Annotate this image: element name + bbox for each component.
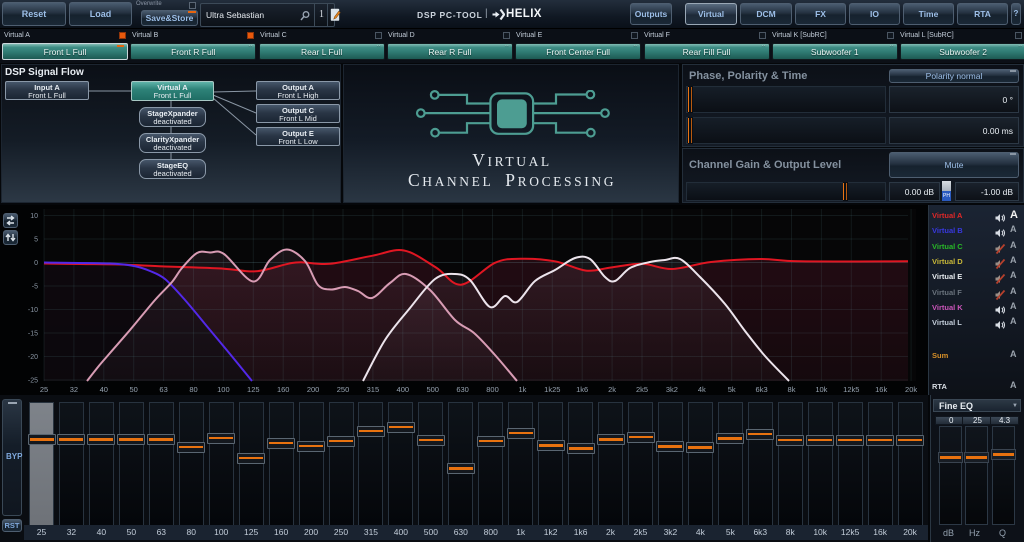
svg-text:4k: 4k xyxy=(698,385,706,394)
svg-text:630: 630 xyxy=(456,385,469,394)
svg-text:3k2: 3k2 xyxy=(666,385,678,394)
svg-text:25: 25 xyxy=(40,385,48,394)
svg-text:5k: 5k xyxy=(728,385,736,394)
svg-text:250: 250 xyxy=(337,385,350,394)
svg-text:125: 125 xyxy=(247,385,260,394)
svg-text:2k5: 2k5 xyxy=(636,385,648,394)
svg-text:50: 50 xyxy=(130,385,138,394)
svg-text:160: 160 xyxy=(277,385,290,394)
svg-text:20k: 20k xyxy=(905,385,917,394)
svg-text:6k3: 6k3 xyxy=(756,385,768,394)
svg-text:8k: 8k xyxy=(788,385,796,394)
svg-text:10: 10 xyxy=(30,213,38,220)
svg-text:315: 315 xyxy=(367,385,380,394)
svg-text:1k6: 1k6 xyxy=(576,385,588,394)
svg-text:100: 100 xyxy=(217,385,230,394)
svg-text:1k25: 1k25 xyxy=(544,385,560,394)
svg-text:5: 5 xyxy=(34,237,38,244)
svg-text:1k: 1k xyxy=(518,385,526,394)
svg-text:500: 500 xyxy=(426,385,439,394)
svg-text:0: 0 xyxy=(34,260,38,267)
svg-text:32: 32 xyxy=(70,385,78,394)
svg-text:12k5: 12k5 xyxy=(843,385,859,394)
svg-text:80: 80 xyxy=(189,385,197,394)
svg-text:800: 800 xyxy=(486,385,499,394)
svg-text:63: 63 xyxy=(159,385,167,394)
svg-text:40: 40 xyxy=(100,385,108,394)
svg-text:-10: -10 xyxy=(28,307,38,314)
svg-text:16k: 16k xyxy=(875,385,887,394)
svg-text:-25: -25 xyxy=(28,378,38,385)
svg-text:-15: -15 xyxy=(28,331,38,338)
svg-text:400: 400 xyxy=(397,385,410,394)
svg-text:200: 200 xyxy=(307,385,320,394)
svg-text:2k: 2k xyxy=(608,385,616,394)
svg-text:-5: -5 xyxy=(32,284,38,291)
svg-text:-20: -20 xyxy=(28,354,38,361)
svg-text:10k: 10k xyxy=(815,385,827,394)
